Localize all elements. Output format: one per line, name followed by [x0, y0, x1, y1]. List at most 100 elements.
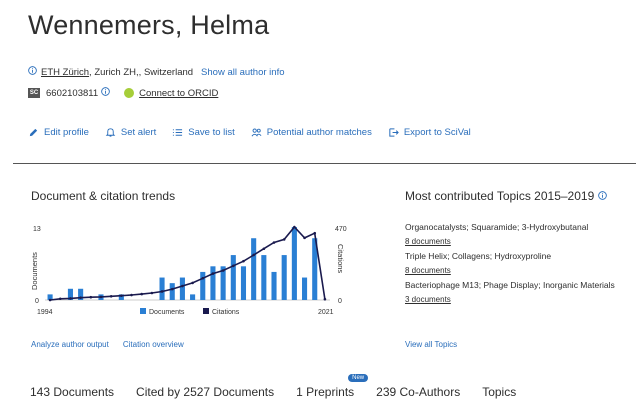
potential-author-matches-button[interactable]: Potential author matches: [251, 127, 372, 138]
legend-citations-swatch: [203, 308, 209, 314]
trends-title: Document & citation trends: [31, 189, 176, 203]
x-tick-end: 2021: [318, 309, 334, 316]
topic-item: Organocatalysts; Squaramide; 3-Hydroxybu…: [405, 222, 636, 246]
citations-point: [323, 297, 327, 301]
section-divider: [13, 163, 636, 164]
scopus-id-icon: SC: [28, 88, 40, 98]
tab-documents[interactable]: 143 Documents: [30, 385, 114, 399]
author-id: 6602103811: [46, 87, 99, 99]
citations-point: [69, 297, 72, 300]
people-icon: [251, 128, 262, 137]
edit-profile-button[interactable]: Edit profile: [28, 127, 89, 138]
citations-point: [160, 290, 164, 293]
documents-bar: [159, 277, 165, 300]
citations-point: [272, 241, 276, 244]
citations-point: [191, 281, 194, 285]
author-id-info-icon[interactable]: [101, 87, 110, 99]
citations-point: [181, 284, 184, 288]
topic-documents-link[interactable]: 3 documents: [405, 295, 636, 304]
topic-name: Triple Helix; Collagens; Hydroxyproline: [405, 251, 552, 261]
documents-bar: [240, 266, 247, 300]
y-left-tick-top: 13: [33, 226, 41, 233]
citations-point: [211, 272, 215, 275]
documents-bar: [190, 294, 196, 300]
pencil-icon: [29, 128, 38, 137]
analyze-author-output-link[interactable]: Analyze author output: [31, 340, 109, 349]
citations-point: [282, 238, 286, 241]
y-left-axis-label: Documents: [30, 252, 39, 290]
citations-point: [48, 298, 52, 302]
citations-point: [109, 294, 113, 298]
citations-point: [303, 236, 306, 240]
y-right-tick-top: 470: [335, 226, 347, 233]
author-name: Wennemers, Helma: [28, 10, 270, 40]
topic-documents-link[interactable]: 8 documents: [405, 237, 636, 246]
documents-bar: [261, 255, 267, 300]
citations-point: [89, 295, 93, 299]
author-ids-row: SC 6602103811 Connect to ORCID: [28, 87, 218, 99]
info-icon: [28, 66, 37, 78]
show-all-author-info-link[interactable]: Show all author info: [201, 67, 284, 78]
citations-point: [150, 291, 154, 295]
list-icon: [173, 129, 183, 136]
new-badge: New: [348, 374, 369, 382]
tab-cited-by[interactable]: Cited by 2527 Documents: [136, 385, 274, 399]
documents-bar: [230, 255, 236, 300]
topics-title: Most contributed Topics 2015–2019: [405, 189, 607, 203]
documents-bar: [291, 227, 297, 300]
y-right-tick-bottom: 0: [338, 298, 342, 305]
citations-point: [293, 225, 296, 229]
citations-point: [140, 292, 143, 296]
documents-bar: [251, 238, 257, 300]
citations-point: [313, 231, 317, 235]
author-actions: Edit profile Set alert Save to list Pote…: [28, 127, 487, 138]
documents-bar: [302, 277, 308, 300]
connect-orcid-link[interactable]: Connect to ORCID: [139, 88, 218, 99]
affiliation-institution-link[interactable]: ETH Zürich: [41, 67, 89, 78]
legend-documents-label: Documents: [149, 309, 185, 316]
orcid-icon: [124, 88, 135, 98]
topic-item: Bacteriophage M13; Phage Display; Inorga…: [405, 280, 636, 304]
x-tick-start: 1994: [37, 309, 53, 316]
legend-citations-label: Citations: [212, 309, 240, 316]
citations-point: [201, 276, 205, 280]
affiliation-row: ETH Zürich, Zurich ZH,, Switzerland Show…: [28, 66, 285, 78]
export-icon: [389, 128, 399, 137]
citations-point: [120, 294, 123, 297]
topic-item: Triple Helix; Collagens; Hydroxyproline …: [405, 251, 636, 275]
citations-point: [252, 253, 255, 257]
legend-documents-swatch: [140, 308, 146, 314]
documents-bar: [210, 266, 216, 300]
author-tabs: 143 Documents Cited by 2527 Documents 1 …: [30, 374, 538, 399]
citations-point: [170, 287, 174, 291]
tab-co-authors[interactable]: 239 Co-Authors: [376, 385, 460, 399]
citations-point: [58, 297, 62, 301]
topic-name: Bacteriophage M13; Phage Display; Inorga…: [405, 280, 615, 290]
documents-bar: [169, 283, 175, 300]
documents-bar: [281, 255, 287, 300]
citations-point: [79, 296, 82, 299]
document-citation-chart[interactable]: 13 0 470 0 Documents Citations 1994 2021 Documen…: [25, 212, 360, 332]
export-to-scival-button[interactable]: Export to SciVal: [388, 127, 471, 138]
topic-documents-link[interactable]: 8 documents: [405, 266, 636, 275]
topics-list: Organocatalysts; Squaramide; 3-Hydroxybu…: [405, 222, 636, 309]
y-left-tick-bottom: 0: [35, 298, 39, 305]
tab-topics[interactable]: Topics: [482, 385, 516, 399]
topic-name: Organocatalysts; Squaramide; 3-Hydroxybu…: [405, 222, 589, 232]
citations-point: [242, 259, 245, 263]
documents-bar: [179, 277, 185, 300]
bell-icon: [105, 128, 116, 137]
tab-preprints[interactable]: 1 Preprints New: [296, 374, 369, 399]
topics-info-icon[interactable]: [597, 189, 607, 203]
documents-bar: [271, 271, 277, 300]
view-all-topics-link[interactable]: View all Topics: [405, 340, 457, 349]
citation-overview-link[interactable]: Citation overview: [123, 340, 184, 349]
documents-bar: [200, 271, 206, 300]
chart-links: Analyze author output Citation overview: [31, 340, 184, 349]
set-alert-button[interactable]: Set alert: [105, 127, 156, 138]
save-to-list-button[interactable]: Save to list: [172, 127, 235, 138]
citations-point: [130, 293, 133, 297]
affiliation-location: , Zurich ZH,, Switzerland: [89, 66, 194, 78]
citations-point: [232, 264, 235, 268]
citations-point: [99, 295, 103, 299]
